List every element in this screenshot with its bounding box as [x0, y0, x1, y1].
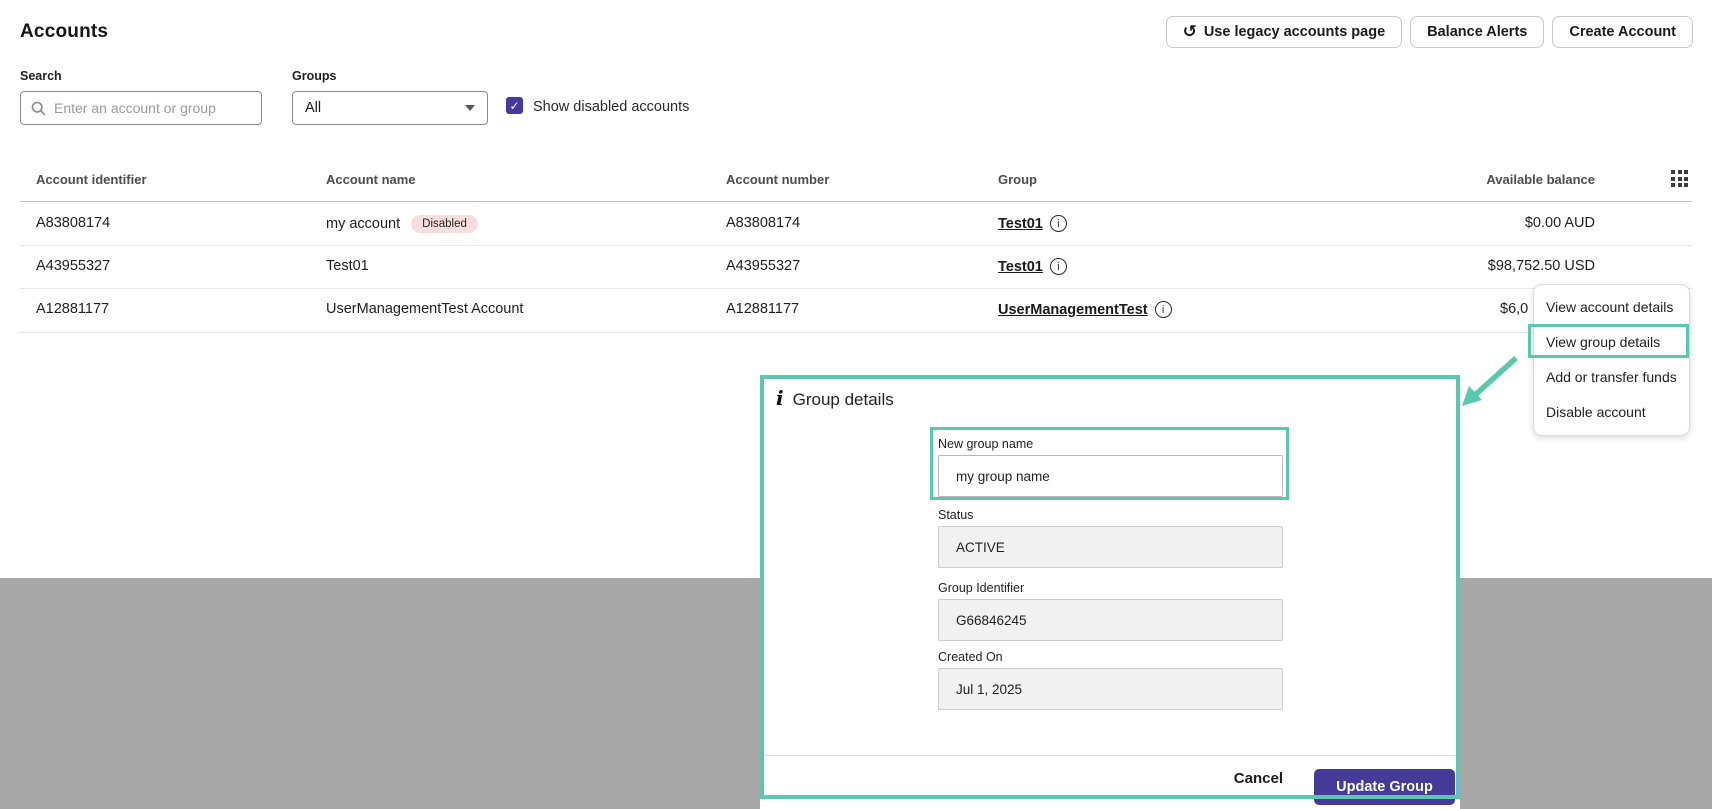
- groups-select[interactable]: All: [292, 91, 488, 125]
- chevron-down-icon: [465, 105, 475, 111]
- check-icon: ✓: [509, 99, 519, 113]
- use-legacy-accounts-label: Use legacy accounts page: [1204, 24, 1385, 40]
- available-balance-cell: $0.00 AUD: [1525, 215, 1595, 231]
- table-row[interactable]: A12881177 UserManagementTest Account A12…: [0, 295, 1712, 325]
- menu-item-view-group-details[interactable]: View group details: [1534, 325, 1689, 360]
- account-identifier-cell: A12881177: [36, 301, 109, 317]
- col-account-number: Account number: [726, 172, 829, 187]
- search-input[interactable]: [54, 100, 251, 116]
- field-created-on: Created On Jul 1, 2025: [938, 650, 1283, 710]
- account-name-cell: my account Disabled: [326, 215, 478, 233]
- modal-footer-divider: [760, 755, 1460, 756]
- search-label: Search: [20, 69, 62, 83]
- table-header-divider: [20, 201, 1692, 202]
- menu-item-disable-account[interactable]: Disable account: [1534, 395, 1689, 430]
- search-icon: [31, 101, 46, 116]
- account-identifier-cell: A83808174: [36, 215, 110, 231]
- accounts-page: Accounts ↺ Use legacy accounts page Bala…: [0, 0, 1712, 809]
- modal-title: i Group details: [776, 386, 894, 410]
- disabled-status-badge: Disabled: [411, 215, 478, 233]
- group-cell: Test01 i: [998, 258, 1067, 275]
- group-link[interactable]: UserManagementTest: [998, 302, 1148, 318]
- field-label: New group name: [938, 437, 1283, 451]
- created-on-value: Jul 1, 2025: [938, 668, 1283, 710]
- group-link[interactable]: Test01: [998, 216, 1043, 232]
- account-name-cell: Test01: [326, 258, 369, 274]
- row-divider: [20, 245, 1692, 246]
- row-actions-menu: View account details View group details …: [1533, 284, 1690, 436]
- group-link[interactable]: Test01: [998, 259, 1043, 275]
- field-new-group-name: New group name: [938, 437, 1283, 497]
- field-label: Status: [938, 508, 1283, 522]
- col-group: Group: [998, 172, 1037, 187]
- groups-label: Groups: [292, 69, 336, 83]
- field-label: Group Identifier: [938, 581, 1283, 595]
- menu-item-view-account-details[interactable]: View account details: [1534, 290, 1689, 325]
- page-title: Accounts: [20, 21, 108, 43]
- toolbar: ↺ Use legacy accounts page Balance Alert…: [1166, 16, 1693, 48]
- account-number-cell: A43955327: [726, 258, 800, 274]
- group-identifier-value: G66846245: [938, 599, 1283, 641]
- create-account-button[interactable]: Create Account: [1552, 16, 1693, 48]
- balance-alerts-button[interactable]: Balance Alerts: [1410, 16, 1544, 48]
- show-disabled-label: Show disabled accounts: [533, 99, 689, 115]
- table-row[interactable]: A43955327 Test01 A43955327 Test01 i $98,…: [0, 252, 1712, 282]
- group-cell: UserManagementTest i: [998, 301, 1172, 318]
- available-balance-cell-truncated: $6,0: [1500, 301, 1528, 317]
- search-box: [20, 91, 262, 125]
- row-divider: [20, 288, 1692, 289]
- use-legacy-accounts-button[interactable]: ↺ Use legacy accounts page: [1166, 16, 1403, 48]
- account-number-cell: A83808174: [726, 215, 800, 231]
- menu-item-add-or-transfer-funds[interactable]: Add or transfer funds: [1534, 360, 1689, 395]
- col-account-name: Account name: [326, 172, 416, 187]
- field-label: Created On: [938, 650, 1283, 664]
- cancel-button[interactable]: Cancel: [1234, 770, 1283, 787]
- row-divider: [20, 332, 1692, 333]
- field-group-identifier: Group Identifier G66846245: [938, 581, 1283, 641]
- group-details-modal: i Group details New group name Status AC…: [760, 375, 1460, 809]
- group-cell: Test01 i: [998, 215, 1067, 232]
- account-number-cell: A12881177: [726, 301, 799, 317]
- field-status: Status ACTIVE: [938, 508, 1283, 568]
- available-balance-cell: $98,752.50 USD: [1488, 258, 1595, 274]
- group-info-icon[interactable]: i: [1155, 301, 1172, 318]
- new-group-name-input[interactable]: [938, 455, 1283, 497]
- account-identifier-cell: A43955327: [36, 258, 110, 274]
- table-row[interactable]: A83808174 my account Disabled A83808174 …: [0, 209, 1712, 239]
- col-available-balance: Available balance: [1486, 172, 1595, 187]
- group-info-icon[interactable]: i: [1050, 215, 1067, 232]
- info-icon: i: [776, 386, 784, 410]
- groups-selected-value: All: [305, 100, 321, 116]
- col-account-identifier: Account identifier: [36, 172, 147, 187]
- group-info-icon[interactable]: i: [1050, 258, 1067, 275]
- column-settings-icon[interactable]: [1671, 170, 1689, 187]
- status-value: ACTIVE: [938, 526, 1283, 568]
- undo-icon: ↺: [1183, 23, 1197, 40]
- update-group-button[interactable]: Update Group: [1314, 769, 1455, 805]
- show-disabled-checkbox[interactable]: ✓: [506, 97, 523, 114]
- account-name-cell: UserManagementTest Account: [326, 301, 523, 317]
